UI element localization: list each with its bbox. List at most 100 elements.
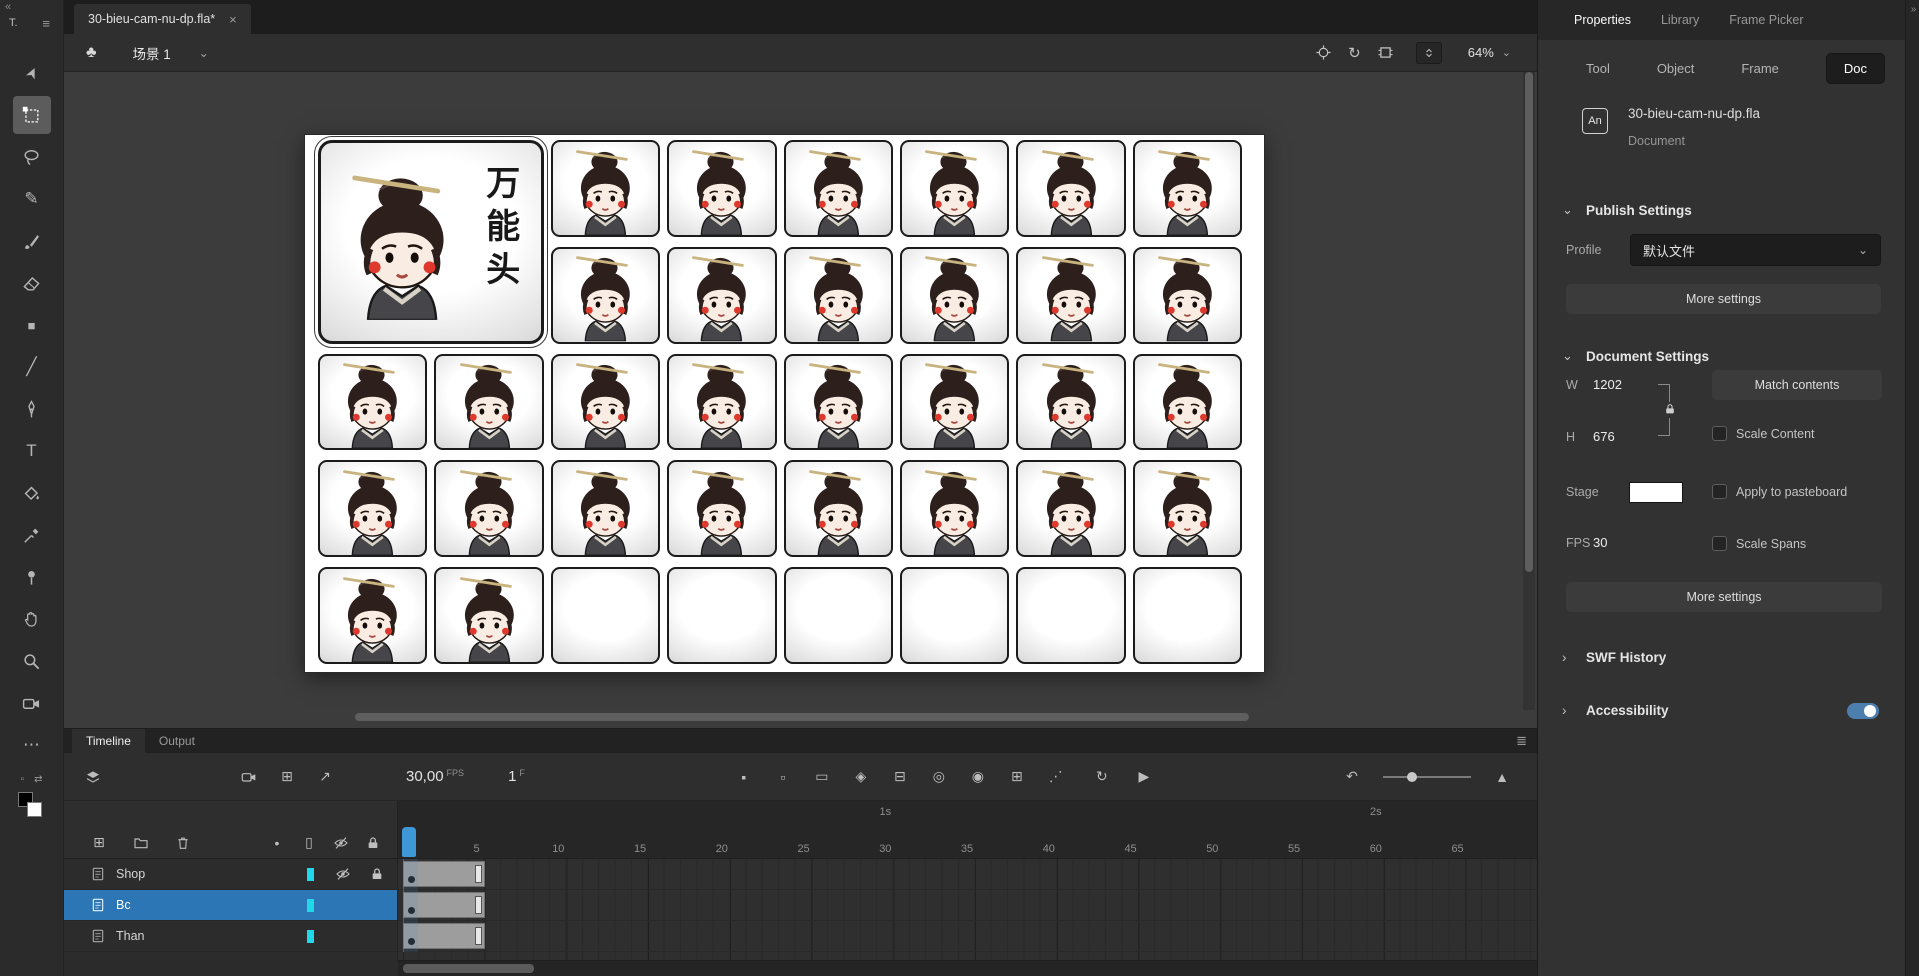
chevron-down-icon[interactable]: ⌄ [1562, 348, 1574, 364]
scene-menu-icon[interactable]: ⌄ [199, 46, 209, 60]
collapse-panel-icon[interactable]: « [5, 1, 9, 13]
play-icon[interactable]: ▶ [1135, 768, 1153, 785]
expression-cell[interactable] [784, 247, 893, 344]
profile-select[interactable]: 默认文件 ⌄ [1630, 234, 1881, 266]
layer-row-shop[interactable]: Shop [64, 859, 397, 890]
frame-ruler[interactable]: 51015202530354045505560651s2s [398, 801, 1537, 858]
tab-close-icon[interactable]: × [229, 12, 237, 27]
tab-output[interactable]: Output [145, 729, 209, 753]
expression-cell[interactable] [900, 247, 1009, 344]
expression-cell[interactable] [1016, 247, 1125, 344]
clip-content-icon[interactable] [1377, 44, 1394, 61]
onion-skin-icon[interactable]: ◎ [930, 768, 948, 785]
expression-cell[interactable] [667, 247, 776, 344]
expression-cell[interactable] [434, 460, 543, 557]
onion-skin-outlines-icon[interactable]: ◉ [969, 768, 987, 785]
layer-depth-icon[interactable] [84, 769, 102, 785]
expression-cell[interactable] [1016, 460, 1125, 557]
expression-cell[interactable] [1133, 247, 1242, 344]
insert-frame-icon[interactable]: ▭ [813, 768, 831, 785]
outline-color-column-icon[interactable]: ▯ [300, 834, 318, 851]
fps-value[interactable]: 30 [1593, 535, 1607, 550]
panel-menu-icon[interactable]: ≡ [42, 16, 50, 31]
new-layer-icon[interactable]: ⊞ [90, 834, 108, 851]
pen-tool[interactable] [13, 390, 51, 428]
insert-blank-keyframe-icon[interactable]: ▫ [774, 768, 792, 785]
selection-tool[interactable]: ➤ [6, 48, 56, 98]
zoom-tool[interactable] [13, 642, 51, 680]
expression-cell[interactable] [667, 140, 776, 237]
delete-layer-icon[interactable] [174, 834, 192, 851]
create-tween-icon[interactable]: ⋰ [1047, 768, 1065, 785]
pasteboard[interactable]: 万能头 [64, 72, 1537, 728]
add-camera-icon[interactable] [240, 768, 258, 785]
asset-warp-tool[interactable] [13, 558, 51, 596]
layer-frames-row[interactable] [398, 921, 1537, 952]
stage[interactable]: 万能头 [305, 135, 1264, 672]
scale-spans-checkbox[interactable]: Scale Spans [1712, 536, 1806, 551]
layer-hidden-icon[interactable] [335, 866, 352, 883]
layer-row-than[interactable]: Than [64, 921, 397, 952]
checkbox-box[interactable] [1712, 484, 1727, 499]
expression-cell[interactable] [900, 460, 1009, 557]
scrollbar-thumb[interactable] [403, 964, 534, 973]
checkbox-box[interactable] [1712, 536, 1727, 551]
panel-collapse-strip[interactable]: » [1905, 0, 1919, 976]
expression-cell[interactable] [1133, 460, 1242, 557]
zoom-stepper[interactable] [1416, 42, 1442, 64]
layer-outline-color-swatch[interactable] [307, 868, 314, 881]
empty-cell[interactable] [784, 567, 893, 664]
frame-rate-display[interactable]: 30,00FPS [406, 768, 464, 785]
rectangle-tool[interactable]: ■ [13, 306, 51, 344]
expression-cell[interactable] [900, 140, 1009, 237]
playhead[interactable] [402, 827, 416, 857]
show-parenting-icon[interactable]: ⊞ [278, 768, 296, 785]
hand-tool[interactable] [13, 600, 51, 638]
expression-cell[interactable] [1133, 140, 1242, 237]
canvas-horizontal-scrollbar[interactable] [64, 712, 1519, 722]
width-value[interactable]: 1202 [1593, 377, 1622, 392]
empty-cell[interactable] [551, 567, 660, 664]
collapse-right-icon[interactable]: » [1906, 4, 1919, 15]
subtab-doc[interactable]: Doc [1826, 53, 1885, 84]
document-more-settings-button[interactable]: More settings [1566, 582, 1882, 612]
scale-content-checkbox[interactable]: Scale Content [1712, 426, 1815, 441]
chevron-right-icon[interactable]: › [1562, 650, 1574, 665]
frame-grid[interactable] [398, 859, 1537, 960]
classic-brush-tool[interactable] [13, 222, 51, 260]
eyedropper-tool[interactable] [13, 516, 51, 554]
section-accessibility[interactable]: › Accessibility [1538, 687, 1905, 726]
expression-cell[interactable] [900, 354, 1009, 451]
master-head-cell[interactable]: 万能头 [318, 140, 544, 344]
expression-cell[interactable] [1016, 140, 1125, 237]
center-stage-icon[interactable] [1315, 44, 1332, 61]
empty-cell[interactable] [1133, 567, 1242, 664]
expression-cell[interactable] [667, 460, 776, 557]
new-folder-icon[interactable] [132, 834, 150, 851]
layer-frames-row[interactable] [398, 859, 1537, 890]
canvas-vertical-scrollbar[interactable] [1523, 72, 1535, 710]
paint-bucket-tool[interactable] [13, 474, 51, 512]
tab-frame-picker[interactable]: Frame Picker [1729, 13, 1803, 27]
expression-cell[interactable] [434, 354, 543, 451]
height-value[interactable]: 676 [1593, 429, 1615, 444]
loop-playback-icon[interactable]: ↻ [1093, 768, 1111, 785]
zoom-dropdown-icon[interactable]: ⌄ [1502, 46, 1511, 59]
tab-library[interactable]: Library [1661, 13, 1699, 27]
empty-cell[interactable] [667, 567, 776, 664]
free-transform-tool[interactable] [13, 96, 51, 134]
tab-timeline[interactable]: Timeline [72, 729, 145, 753]
expression-cell[interactable] [551, 460, 660, 557]
subtab-tool[interactable]: Tool [1586, 61, 1610, 76]
expression-cell[interactable] [784, 140, 893, 237]
timeline-horizontal-scrollbar[interactable] [398, 960, 1537, 976]
expression-cell[interactable] [318, 460, 427, 557]
frame-span[interactable] [403, 861, 485, 887]
fill-color-swatch[interactable] [27, 802, 42, 817]
frame-size-view-icon[interactable]: ▲ [1493, 769, 1511, 785]
timeline-panel-menu-icon[interactable]: ≣ [1516, 733, 1527, 749]
scene-club-icon[interactable]: ♣ [86, 44, 97, 62]
swap-colors-icon[interactable]: ⇄ [34, 774, 42, 785]
layer-outline-color-swatch[interactable] [307, 899, 314, 912]
expression-cell[interactable] [667, 354, 776, 451]
